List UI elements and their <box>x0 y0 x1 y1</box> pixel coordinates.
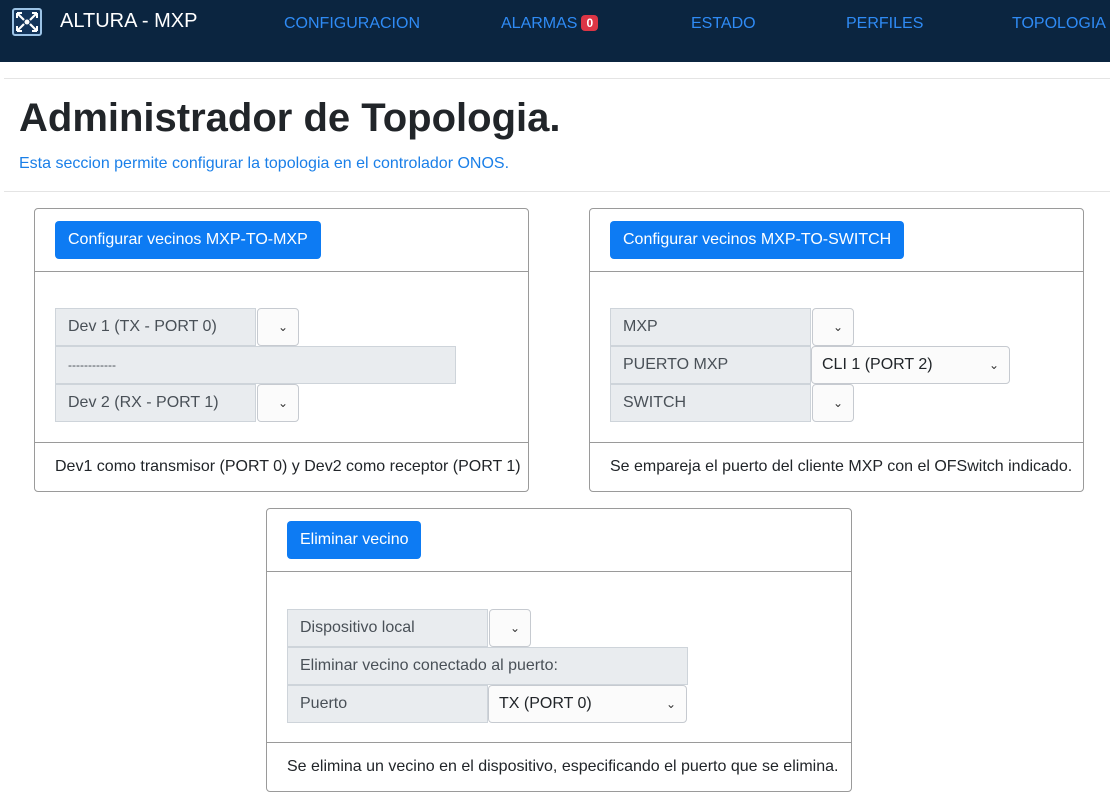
chevron-down-icon: ⌄ <box>277 320 288 334</box>
card-header: Configurar vecinos MXP-TO-SWITCH <box>590 209 1083 272</box>
configure-mxp-to-mxp-button[interactable]: Configurar vecinos MXP-TO-MXP <box>55 221 321 259</box>
card-footer: Dev1 como transmisor (PORT 0) y Dev2 com… <box>35 442 528 491</box>
separator-label: ------------ <box>55 346 456 384</box>
dev1-select[interactable]: ⌄ <box>257 308 299 346</box>
nav-link-topologia[interactable]: TOPOLOGIA <box>1012 15 1106 33</box>
port-value: TX (PORT 0) <box>499 695 592 712</box>
local-device-select[interactable]: ⌄ <box>489 609 531 647</box>
mxp-port-value: CLI 1 (PORT 2) <box>822 356 933 373</box>
card-header: Configurar vecinos MXP-TO-MXP <box>35 209 528 272</box>
mxp-port-select[interactable]: CLI 1 (PORT 2) ⌄ <box>811 346 1010 384</box>
card-delete-neighbor: Eliminar vecino Dispositivo local ⌄ Elim… <box>266 508 852 792</box>
port-label: Puerto <box>287 685 488 723</box>
mxp-label: MXP <box>610 308 811 346</box>
card-footer: Se empareja el puerto del cliente MXP co… <box>590 442 1083 491</box>
switch-label: SWITCH <box>610 384 811 422</box>
alarm-count-badge: 0 <box>581 15 599 31</box>
page-title: Administrador de Topologia. <box>19 96 561 140</box>
chevron-down-icon: ⌄ <box>509 621 520 635</box>
nav-link-alarmas-label: ALARMAS <box>501 15 578 32</box>
switch-select[interactable]: ⌄ <box>812 384 854 422</box>
card-footer-text: Dev1 como transmisor (PORT 0) y Dev2 com… <box>55 458 521 475</box>
brand-title[interactable]: ALTURA - MXP <box>60 10 197 33</box>
mxp-select[interactable]: ⌄ <box>812 308 854 346</box>
delete-info-label: Eliminar vecino conectado al puerto: <box>287 647 688 685</box>
dev2-label: Dev 2 (RX - PORT 1) <box>55 384 256 422</box>
section-divider <box>4 191 1110 192</box>
chevron-down-icon: ⌄ <box>277 396 288 410</box>
card-footer-text: Se empareja el puerto del cliente MXP co… <box>610 458 1073 475</box>
card-footer: Se elimina un vecino en el dispositivo, … <box>267 742 851 791</box>
chevron-down-icon: ⌄ <box>665 697 676 711</box>
delete-neighbor-button[interactable]: Eliminar vecino <box>287 521 422 559</box>
top-navbar: ALTURA - MXP CONFIGURACION ALARMAS 0 ESTA… <box>0 0 1110 62</box>
dev1-label: Dev 1 (TX - PORT 0) <box>55 308 256 346</box>
chevron-down-icon: ⌄ <box>832 320 843 334</box>
card-mxp-to-switch: Configurar vecinos MXP-TO-SWITCH MXP ⌄ P… <box>589 208 1084 492</box>
chevron-down-icon: ⌄ <box>988 358 999 372</box>
nav-link-configuracion[interactable]: CONFIGURACION <box>284 15 420 33</box>
nav-link-estado[interactable]: ESTADO <box>691 15 756 33</box>
chevron-down-icon: ⌄ <box>832 396 843 410</box>
local-device-label: Dispositivo local <box>287 609 488 647</box>
mxp-port-label: PUERTO MXP <box>610 346 811 384</box>
card-footer-text: Se elimina un vecino en el dispositivo, … <box>287 758 839 775</box>
header-divider <box>4 78 1110 79</box>
card-mxp-to-mxp: Configurar vecinos MXP-TO-MXP Dev 1 (TX … <box>34 208 529 492</box>
configure-mxp-to-switch-button[interactable]: Configurar vecinos MXP-TO-SWITCH <box>610 221 905 259</box>
nav-link-perfiles[interactable]: PERFILES <box>846 15 923 33</box>
port-select[interactable]: TX (PORT 0) ⌄ <box>488 685 687 723</box>
nav-link-alarmas[interactable]: ALARMAS 0 <box>501 15 599 33</box>
dev2-select[interactable]: ⌄ <box>257 384 299 422</box>
network-arrows-icon[interactable] <box>12 8 42 36</box>
page-subtitle: Esta seccion permite configurar la topol… <box>19 155 510 172</box>
card-header: Eliminar vecino <box>267 509 851 572</box>
